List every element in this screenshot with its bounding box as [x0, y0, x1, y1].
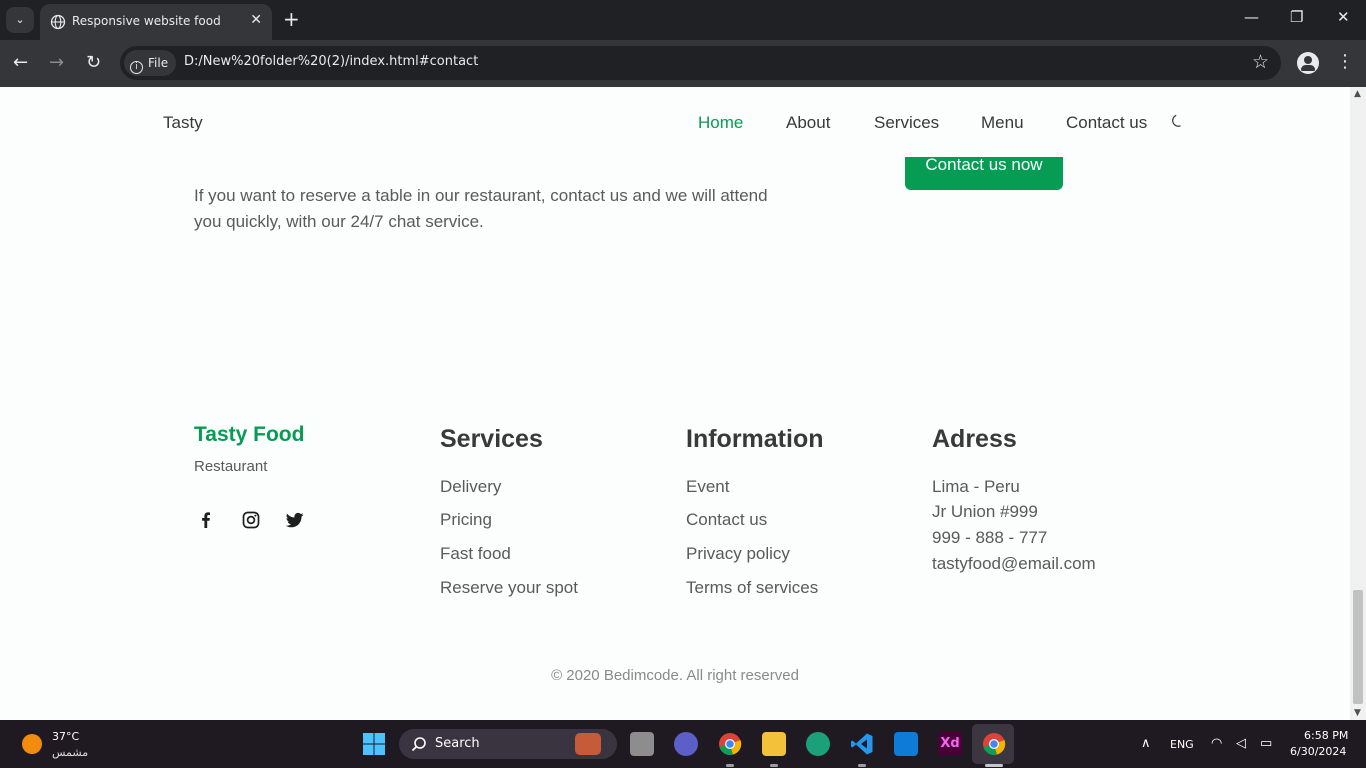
address-bar[interactable]: i File D:/New%20folder%20(2)/index.html#c… — [120, 46, 1281, 80]
teams-icon[interactable] — [674, 732, 698, 756]
wifi-icon[interactable]: ◠ — [1211, 736, 1222, 751]
footer-link-privacy-policy[interactable]: Privacy policy — [686, 544, 790, 564]
profile-icon[interactable] — [1297, 52, 1319, 74]
speaker-muted-icon[interactable]: ◁ — [1236, 736, 1246, 751]
footer-brand-title: Tasty Food — [194, 423, 305, 446]
footer-address-street: Jr Union #999 — [932, 502, 1038, 521]
battery-icon[interactable]: ▭ — [1260, 736, 1272, 751]
footer-link-delivery[interactable]: Delivery — [440, 477, 501, 497]
footer-brand-subtitle: Restaurant — [194, 458, 268, 475]
page-viewport: Contact us now If you want to reserve a … — [0, 87, 1350, 720]
bookmark-star-icon[interactable]: ☆ — [1252, 51, 1269, 73]
footer-link-reserve-spot[interactable]: Reserve your spot — [440, 578, 578, 598]
footer-link-fast-food[interactable]: Fast food — [440, 544, 511, 564]
browser-tab-bar: ⌄ Responsive website food ✕ + — ❐ ✕ — [0, 0, 1366, 40]
nav-services[interactable]: Services — [874, 113, 939, 133]
footer-link-event[interactable]: Event — [686, 477, 729, 497]
close-tab-icon[interactable]: ✕ — [250, 12, 262, 28]
chrome-active-indicator — [985, 764, 1003, 767]
globe-icon — [50, 14, 66, 30]
browser-toolbar: ← → ↻ i File D:/New%20folder%20(2)/index.… — [0, 40, 1366, 87]
minimize-icon[interactable]: — — [1244, 8, 1259, 26]
vscode-running-indicator — [858, 764, 866, 767]
chrome-running-indicator — [726, 764, 734, 767]
site-info-chip[interactable]: i File — [124, 50, 177, 76]
chrome-icon[interactable] — [718, 732, 742, 756]
footer-link-contact-us[interactable]: Contact us — [686, 510, 767, 530]
nav-about[interactable]: About — [786, 113, 830, 133]
site-logo[interactable]: Tasty — [163, 113, 203, 133]
browser-tab[interactable]: Responsive website food ✕ — [40, 4, 272, 40]
taskbar-search[interactable]: Search — [399, 729, 617, 759]
footer-address-title: Adress — [932, 425, 1017, 453]
window-close-icon[interactable]: ✕ — [1337, 8, 1350, 26]
restore-icon[interactable]: ❐ — [1290, 8, 1303, 26]
footer-link-pricing[interactable]: Pricing — [440, 510, 492, 530]
windows-taskbar: 37°C مشمس Search Xd ∧ ENG ◠ ◁ ▭ 6:58 PM … — [0, 720, 1366, 768]
footer-address-phone: 999 - 888 - 777 — [932, 528, 1048, 547]
footer-copyright: © 2020 Bedimcode. All right reserved — [551, 667, 799, 684]
scroll-up-arrow-icon[interactable]: ▲ — [1354, 89, 1361, 99]
explorer-running-indicator — [770, 764, 778, 767]
info-icon: i — [130, 61, 143, 74]
footer-information-title: Information — [686, 425, 824, 453]
tab-search-button[interactable]: ⌄ — [6, 7, 34, 33]
moon-icon[interactable] — [1171, 114, 1185, 128]
contact-description: If you want to reserve a table in our re… — [194, 186, 768, 231]
scroll-down-arrow-icon[interactable]: ▼ — [1354, 708, 1361, 718]
nav-contact[interactable]: Contact us — [1066, 113, 1147, 133]
facebook-icon[interactable] — [196, 510, 216, 530]
windows-start-icon[interactable] — [362, 732, 386, 756]
sun-weather-icon[interactable] — [22, 734, 42, 754]
clock-date[interactable]: 6/30/2024 — [1290, 745, 1346, 758]
new-tab-icon[interactable]: + — [283, 8, 300, 30]
adobe-xd-icon[interactable]: Xd — [938, 732, 962, 756]
back-icon[interactable]: ← — [13, 52, 28, 74]
instagram-icon[interactable] — [241, 510, 261, 530]
twitter-icon[interactable] — [285, 510, 305, 530]
footer-link-terms[interactable]: Terms of services — [686, 578, 818, 598]
language-indicator[interactable]: ENG — [1170, 738, 1194, 751]
page-scrollbar[interactable]: ▲ ▼ — [1350, 87, 1366, 720]
search-icon — [411, 737, 426, 752]
site-info-label: File — [148, 56, 169, 70]
nav-home[interactable]: Home — [698, 113, 743, 133]
file-explorer-icon[interactable] — [762, 732, 786, 756]
clock-time[interactable]: 6:58 PM — [1304, 729, 1348, 742]
more-menu-icon[interactable]: ⋮ — [1336, 51, 1354, 73]
tab-title: Responsive website food — [72, 14, 221, 28]
scrollbar-thumb[interactable] — [1353, 590, 1363, 704]
nav-menu[interactable]: Menu — [981, 113, 1024, 133]
url-text[interactable]: D:/New%20folder%20(2)/index.html#contact — [184, 54, 478, 69]
search-highlight-icon — [575, 733, 601, 755]
microsoft-store-icon[interactable] — [894, 732, 918, 756]
edge-icon[interactable] — [806, 732, 830, 756]
footer-address-city: Lima - Peru — [932, 477, 1020, 496]
weather-condition[interactable]: مشمس — [52, 746, 88, 759]
footer-services-title: Services — [440, 425, 543, 453]
footer-address-email: tastyfood@email.com — [932, 554, 1096, 573]
site-header: Tasty Home About Services Menu Contact u… — [0, 87, 1350, 157]
chrome-active-icon[interactable] — [982, 732, 1006, 756]
tray-overflow-chevron-icon[interactable]: ∧ — [1141, 736, 1151, 751]
weather-temperature[interactable]: 37°C — [52, 730, 79, 743]
forward-icon[interactable]: → — [49, 52, 64, 74]
search-label: Search — [435, 736, 480, 751]
reload-icon[interactable]: ↻ — [86, 52, 101, 74]
task-view-icon[interactable] — [630, 732, 654, 756]
vscode-icon[interactable] — [850, 732, 874, 756]
